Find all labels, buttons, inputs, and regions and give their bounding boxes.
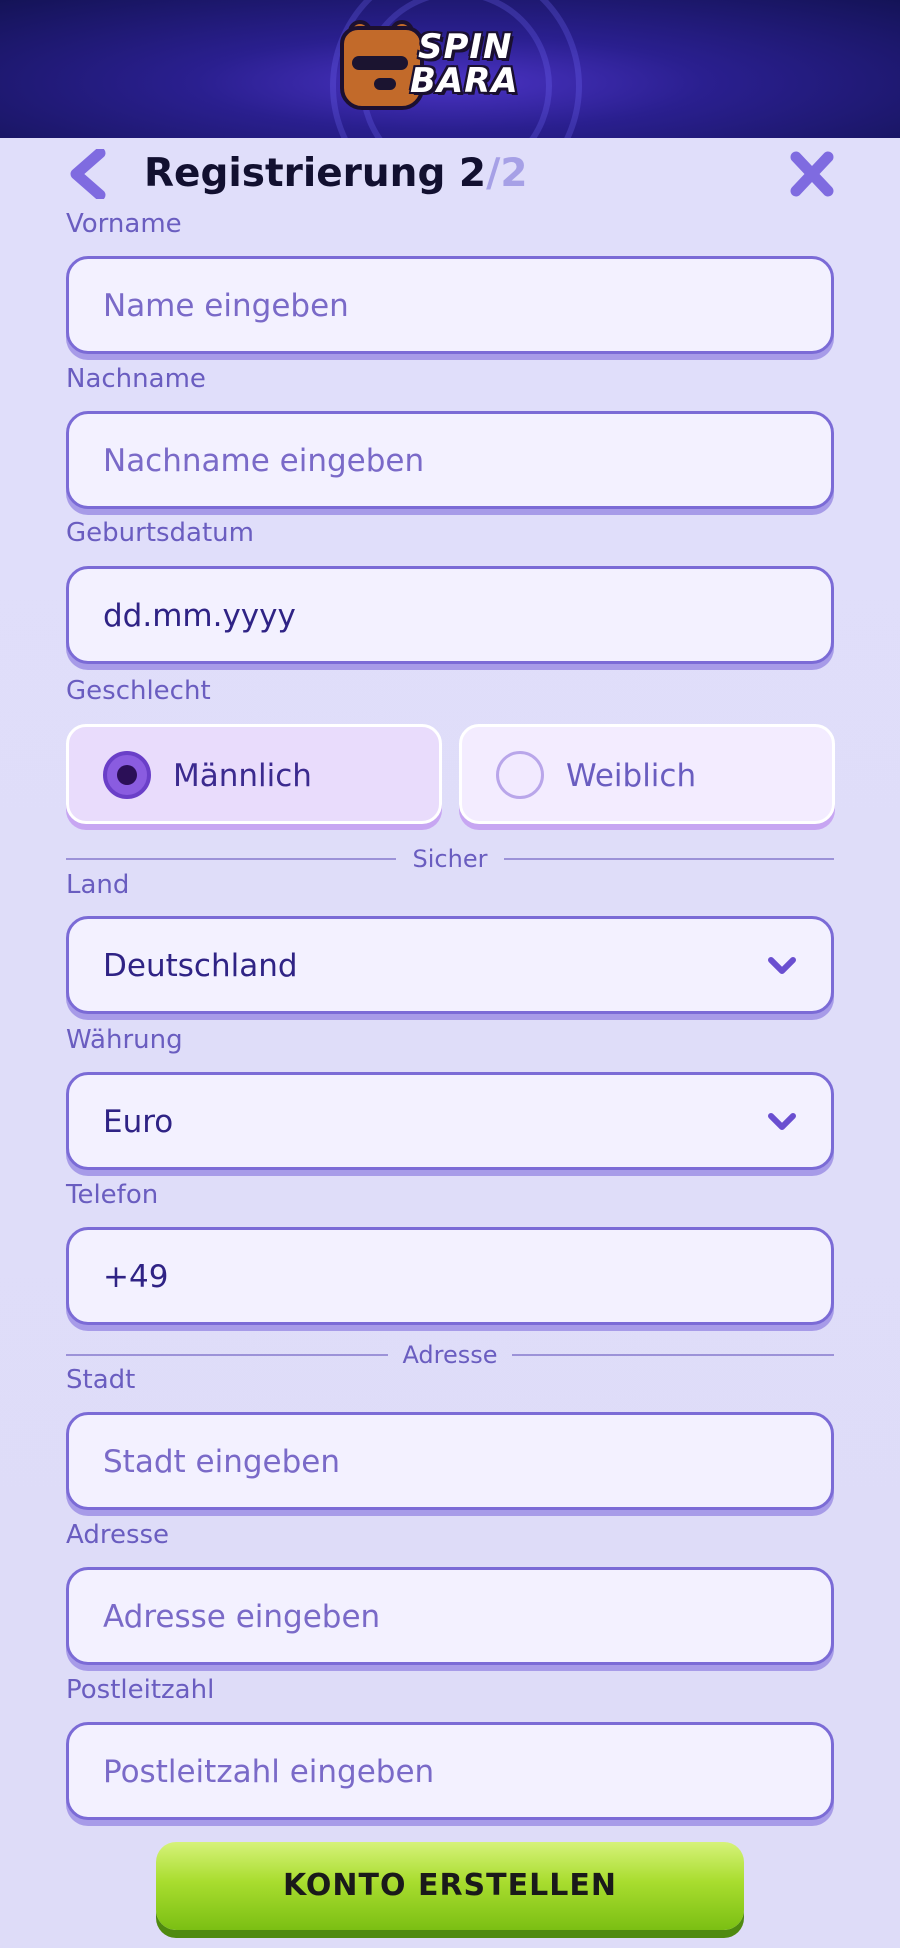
chevron-left-icon	[70, 147, 106, 201]
currency-value: Euro	[103, 1104, 174, 1140]
create-account-button[interactable]: KONTO ERSTELLEN	[156, 1842, 744, 1930]
first-name-input[interactable]: Name eingeben	[66, 256, 834, 354]
gender-label: Geschlecht	[66, 676, 211, 706]
phone-value: +49	[103, 1259, 169, 1295]
divider-secure-label: Sicher	[412, 845, 488, 873]
currency-select[interactable]: Euro	[66, 1072, 834, 1170]
postal-label: Postleitzahl	[66, 1675, 215, 1705]
phone-label: Telefon	[66, 1180, 159, 1210]
country-select[interactable]: Deutschland	[66, 916, 834, 1014]
address-label: Adresse	[66, 1520, 170, 1550]
brand-logo[interactable]: SPIN BARA	[340, 20, 560, 110]
birthdate-placeholder: dd.mm.yyyy	[103, 598, 296, 634]
radio-selected[interactable]	[103, 751, 151, 799]
top-bar: SPIN BARA	[0, 0, 900, 138]
brand-word-2: BARA	[410, 61, 519, 101]
form-header: Registrierung 2/2	[66, 145, 836, 201]
brand-word-1: SPIN	[418, 27, 513, 67]
address-placeholder: Adresse eingeben	[103, 1599, 381, 1635]
page-title: Registrierung 2/2	[144, 149, 527, 199]
country-label: Land	[66, 870, 130, 900]
birthdate-input[interactable]: dd.mm.yyyy	[66, 566, 834, 664]
last-name-placeholder: Nachname eingeben	[103, 443, 425, 479]
divider-address: Adresse	[66, 1340, 834, 1370]
close-icon	[790, 151, 834, 197]
gender-male-label: Männlich	[173, 758, 312, 794]
last-name-label: Nachname	[66, 364, 206, 394]
gender-option-female[interactable]: Weiblich	[459, 724, 835, 824]
city-input[interactable]: Stadt eingeben	[66, 1412, 834, 1510]
chevron-down-icon	[768, 957, 796, 974]
first-name-placeholder: Name eingeben	[103, 288, 349, 324]
close-button[interactable]	[788, 149, 836, 199]
country-value: Deutschland	[103, 948, 298, 984]
divider-secure: Sicher	[66, 844, 834, 874]
city-placeholder: Stadt eingeben	[103, 1444, 340, 1480]
create-account-label: KONTO ERSTELLEN	[283, 1868, 617, 1903]
currency-label: Währung	[66, 1025, 183, 1055]
last-name-input[interactable]: Nachname eingeben	[66, 411, 834, 509]
chevron-down-icon	[768, 1113, 796, 1130]
title-text: Registrierung 2	[144, 151, 487, 196]
gender-option-male[interactable]: Männlich	[66, 724, 442, 824]
postal-input[interactable]: Postleitzahl eingeben	[66, 1722, 834, 1820]
birthdate-label: Geburtsdatum	[66, 518, 254, 548]
gender-female-label: Weiblich	[566, 758, 697, 794]
first-name-label: Vorname	[66, 209, 182, 239]
phone-input[interactable]: +49	[66, 1227, 834, 1325]
back-button[interactable]	[66, 147, 112, 201]
address-input[interactable]: Adresse eingeben	[66, 1567, 834, 1665]
radio-unselected[interactable]	[496, 751, 544, 799]
step-total: /2	[486, 151, 528, 196]
divider-address-label: Adresse	[402, 1341, 498, 1369]
postal-placeholder: Postleitzahl eingeben	[103, 1754, 435, 1790]
city-label: Stadt	[66, 1365, 136, 1395]
